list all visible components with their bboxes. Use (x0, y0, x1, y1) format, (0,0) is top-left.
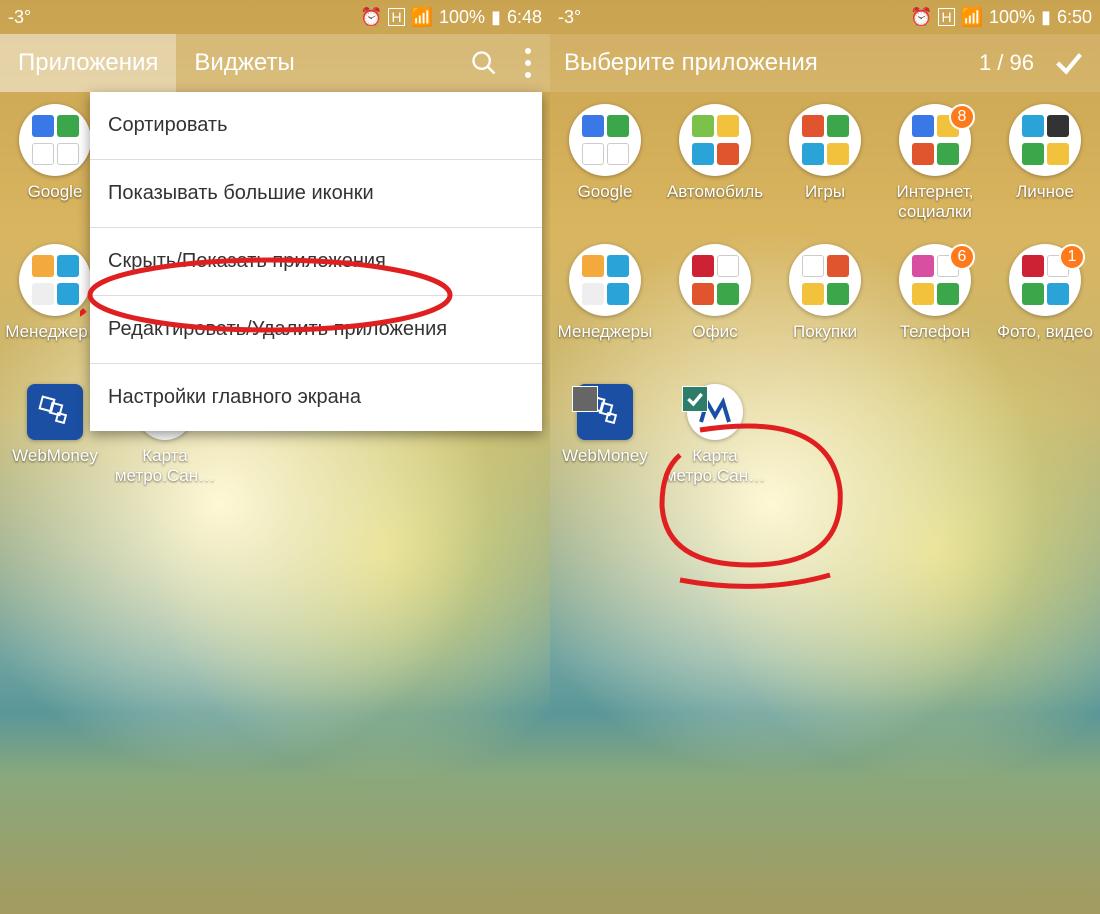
menu-homescreen-settings[interactable]: Настройки главного экрана (90, 364, 542, 431)
select-checkbox[interactable] (572, 386, 598, 412)
alarm-icon: ⏰ (910, 7, 932, 28)
selection-counter: 1 / 96 (979, 50, 1034, 76)
folder-auto[interactable]: Автомобиль (660, 104, 770, 244)
select-checkbox-checked[interactable] (682, 386, 708, 412)
titlebar: Приложения Виджеты (0, 34, 550, 92)
folder-managers[interactable]: Менеджеры (550, 244, 660, 384)
folder-label: Игры (803, 182, 847, 202)
app-label: Карта метро.Сан… (110, 446, 220, 485)
overflow-menu: Сортировать Показывать большие иконки Ск… (90, 92, 542, 431)
battery-pct: 100% (439, 7, 485, 28)
folder-office[interactable]: Офис (660, 244, 770, 384)
folder-phone[interactable]: 6 Телефон (880, 244, 990, 384)
menu-edit-delete-apps[interactable]: Редактировать/Удалить приложения (90, 296, 542, 364)
battery-pct: 100% (989, 7, 1035, 28)
folder-label: Автомобиль (665, 182, 765, 202)
selection-titlebar: Выберите приложения 1 / 96 (550, 34, 1100, 92)
folder-label: Офис (690, 322, 739, 342)
data-icon: H (938, 8, 954, 26)
folder-label: Телефон (898, 322, 973, 342)
selection-title: Выберите приложения (564, 49, 818, 77)
screen-right: -3° ⏰ H 📶 100% ▮ 6:50 Выберите приложени… (550, 0, 1100, 914)
folder-label: Менеджеры (556, 322, 655, 342)
app-label: WebMoney (560, 446, 650, 466)
app-label: WebMoney (10, 446, 100, 466)
app-metro[interactable]: Карта метро.Сан… (660, 384, 770, 524)
badge: 8 (949, 104, 975, 130)
temperature: -3° (558, 7, 581, 28)
folder-games[interactable]: Игры (770, 104, 880, 244)
battery-icon: ▮ (1041, 7, 1051, 28)
data-icon: H (388, 8, 404, 26)
status-bar: -3° ⏰ H 📶 100% ▮ 6:50 (550, 0, 1100, 34)
search-icon[interactable] (462, 49, 506, 77)
badge: 6 (949, 244, 975, 270)
folder-label: Google (576, 182, 635, 202)
folder-personal[interactable]: Личное (990, 104, 1100, 244)
app-label: Карта метро.Сан… (660, 446, 770, 485)
menu-sort[interactable]: Сортировать (90, 92, 542, 160)
signal-icon: 📶 (961, 7, 983, 28)
battery-icon: ▮ (491, 7, 501, 28)
clock: 6:50 (1057, 7, 1092, 28)
tab-apps[interactable]: Приложения (0, 34, 176, 92)
folder-label: Личное (1014, 182, 1076, 202)
badge: 1 (1059, 244, 1085, 270)
alarm-icon: ⏰ (360, 7, 382, 28)
folder-label: Интернет, социалки (880, 182, 990, 221)
signal-icon: 📶 (411, 7, 433, 28)
folder-label: Google (26, 182, 85, 202)
tab-widgets[interactable]: Виджеты (176, 34, 312, 92)
folder-label: Фото, видео (995, 322, 1095, 342)
menu-large-icons[interactable]: Показывать большие иконки (90, 160, 542, 228)
app-webmoney[interactable]: WebMoney (550, 384, 660, 524)
menu-hide-show-apps[interactable]: Скрыть/Показать приложения (90, 228, 542, 296)
folder-internet[interactable]: 8 Интернет, социалки (880, 104, 990, 244)
status-bar: -3° ⏰ H 📶 100% ▮ 6:48 (0, 0, 550, 34)
folder-shop[interactable]: Покупки (770, 244, 880, 384)
folder-google[interactable]: Google (550, 104, 660, 244)
temperature: -3° (8, 7, 31, 28)
folder-photo[interactable]: 1 Фото, видео (990, 244, 1100, 384)
folder-label: Покупки (791, 322, 859, 342)
screen-left: -3° ⏰ H 📶 100% ▮ 6:48 Приложения Виджеты (0, 0, 550, 914)
overflow-icon[interactable] (506, 48, 550, 78)
confirm-icon[interactable] (1052, 46, 1086, 80)
clock: 6:48 (507, 7, 542, 28)
